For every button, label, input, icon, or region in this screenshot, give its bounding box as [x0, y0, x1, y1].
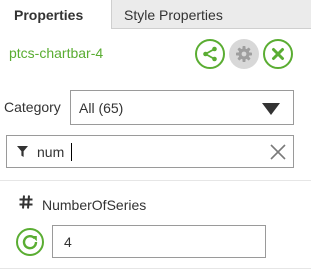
close-button[interactable]: [263, 39, 293, 69]
text-cursor: [71, 143, 72, 161]
gear-icon: [236, 46, 252, 62]
share-icon: [203, 46, 217, 62]
tab-style-properties[interactable]: Style Properties: [112, 0, 311, 29]
category-select[interactable]: All (65): [70, 90, 294, 125]
chevron-down-icon: [262, 103, 280, 115]
filter-field[interactable]: [6, 135, 294, 168]
filter-icon: [17, 146, 28, 157]
category-selected-value: All (65): [79, 100, 124, 116]
share-button[interactable]: [195, 39, 225, 69]
settings-button[interactable]: [229, 39, 259, 69]
reset-button[interactable]: [16, 228, 44, 256]
close-icon: [272, 48, 284, 60]
tab-bar: Properties Style Properties: [0, 0, 311, 29]
number-of-series-input[interactable]: [52, 225, 266, 258]
reset-icon: [22, 235, 38, 250]
tab-properties[interactable]: Properties: [0, 0, 112, 29]
property-name: NumberOfSeries: [42, 197, 147, 213]
divider: [0, 180, 311, 181]
divider: [0, 268, 311, 269]
clear-icon[interactable]: [269, 143, 287, 161]
hash-icon: [19, 195, 33, 209]
widget-name: ptcs-chartbar-4: [9, 45, 104, 61]
filter-input[interactable]: [37, 143, 257, 161]
category-label: Category: [4, 99, 61, 115]
